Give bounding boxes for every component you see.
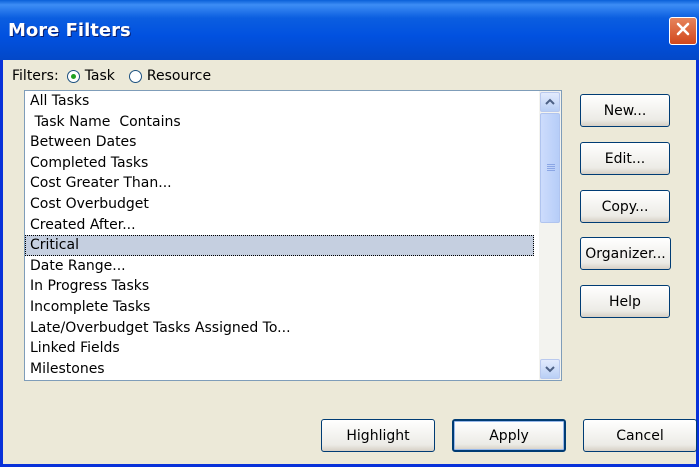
resource-radio[interactable]: Resource <box>128 68 212 84</box>
list-item[interactable]: Incomplete Tasks <box>25 297 538 318</box>
list-item[interactable]: Created After... <box>25 215 538 236</box>
radio-checked-icon <box>66 69 80 83</box>
list-item[interactable]: Late/Overbudget Tasks Assigned To... <box>25 318 538 339</box>
list-item[interactable]: Between Dates <box>25 132 538 153</box>
scroll-up-button[interactable] <box>540 92 560 112</box>
organizer-button[interactable]: Organizer... <box>580 237 671 270</box>
chevron-down-icon <box>545 361 555 377</box>
close-icon <box>675 21 691 41</box>
list-item[interactable]: Linked Fields <box>25 338 538 359</box>
task-radio-label: Task <box>84 68 115 84</box>
list-item-selected[interactable]: Critical <box>25 235 534 256</box>
filters-label: Filters: <box>12 68 59 84</box>
cancel-button[interactable]: Cancel <box>583 419 697 452</box>
filter-list[interactable]: All Tasks Task Name Contains Between Date… <box>25 91 538 380</box>
scroll-down-button[interactable] <box>540 359 560 379</box>
copy-button[interactable]: Copy... <box>580 190 670 223</box>
resource-radio-label: Resource <box>146 68 212 84</box>
grip-icon <box>547 164 555 172</box>
window-title: More Filters <box>8 20 131 41</box>
list-item[interactable]: Cost Overbudget <box>25 194 538 215</box>
list-item[interactable]: All Tasks <box>25 91 538 112</box>
list-item[interactable]: Completed Tasks <box>25 153 538 174</box>
apply-button[interactable]: Apply <box>452 419 566 452</box>
filter-listbox[interactable]: All Tasks Task Name Contains Between Date… <box>24 90 562 381</box>
task-radio[interactable]: Task <box>66 68 115 84</box>
highlight-button[interactable]: Highlight <box>321 419 435 452</box>
vertical-scrollbar[interactable] <box>539 91 561 380</box>
title-bar[interactable]: More Filters <box>0 0 699 60</box>
list-item[interactable]: Milestones <box>25 359 538 380</box>
edit-button[interactable]: Edit... <box>580 142 670 175</box>
scroll-thumb[interactable] <box>540 113 560 223</box>
help-button[interactable]: Help <box>580 285 670 318</box>
more-filters-dialog: More Filters Filters: Task Resource All … <box>0 0 699 467</box>
new-button[interactable]: New... <box>580 94 670 127</box>
radio-unchecked-icon <box>128 69 142 83</box>
chevron-up-icon <box>545 94 555 110</box>
list-item[interactable]: In Progress Tasks <box>25 276 538 297</box>
list-item[interactable]: Task Name Contains <box>25 112 538 133</box>
list-item[interactable]: Date Range... <box>25 256 538 277</box>
filters-type-row: Filters: Task Resource <box>12 66 225 86</box>
close-button[interactable] <box>669 17 697 45</box>
list-item[interactable]: Cost Greater Than... <box>25 173 538 194</box>
